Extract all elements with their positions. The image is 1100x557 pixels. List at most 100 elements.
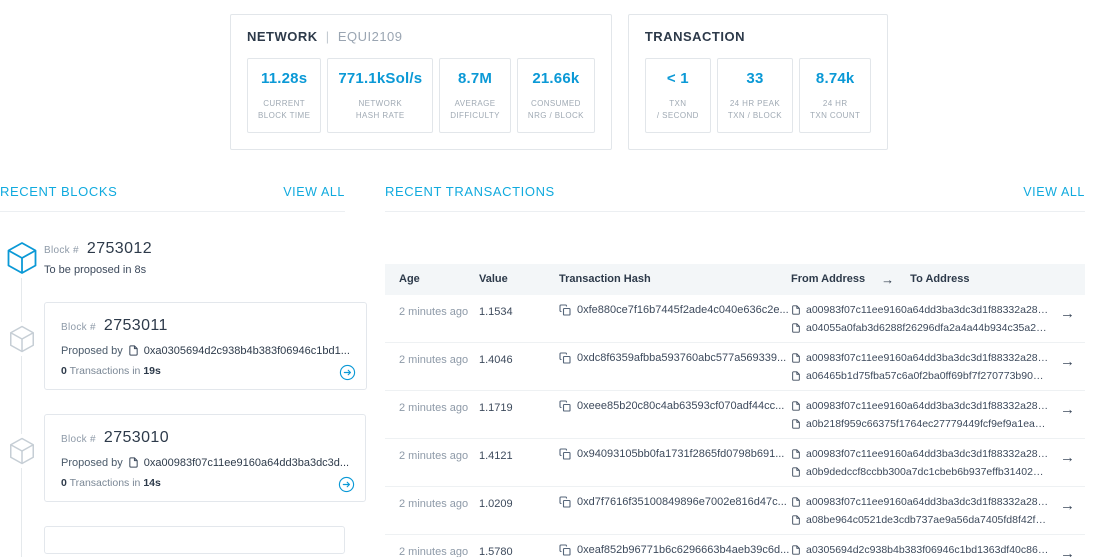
block-cube-icon <box>7 434 37 468</box>
txn-age: 2 minutes ago <box>399 544 479 557</box>
block-pending-status: To be proposed in 8s <box>44 264 152 276</box>
stat-consumed-nrg: 21.66k CONSUMED NRG / BLOCK <box>517 58 595 133</box>
transaction-row: 2 minutes ago 1.1719 0xeee85b20c80c4ab63… <box>385 391 1085 439</box>
txn-age: 2 minutes ago <box>399 400 479 414</box>
arrow-right-icon[interactable]: → <box>1060 400 1075 418</box>
document-icon <box>128 345 139 356</box>
stat-value: 8.74k <box>810 70 860 87</box>
arrow-right-icon[interactable]: → <box>1060 496 1075 514</box>
document-icon <box>791 353 801 363</box>
stat-value: 11.28s <box>258 70 310 87</box>
txn-hash[interactable]: 0xd7f7616f35100849896e7002e816d47c... <box>577 496 787 508</box>
block-number-label: Block # <box>61 322 96 333</box>
block-item: Block # 2753011 Proposed by 0xa0305694d2… <box>0 302 345 390</box>
txn-hash[interactable]: 0x94093105bb0fa1731f2865fd0798b691... <box>577 448 784 460</box>
network-name: EQUI2109 <box>338 29 403 44</box>
col-header-from-to: From Address → To Address <box>791 272 1049 287</box>
stat-label: TXN / SECOND <box>656 98 700 123</box>
stat-label: NETWORK HASH RATE <box>338 98 422 123</box>
arrow-right-icon[interactable]: → <box>1060 352 1075 370</box>
network-panel-title: NETWORK | EQUI2109 <box>247 29 595 44</box>
stat-network-hash-rate: 771.1kSol/s NETWORK HASH RATE <box>327 58 433 133</box>
block-number-label: Block # <box>61 434 96 445</box>
blocks-list: Block # 2753012 To be proposed in 8s <box>0 238 345 554</box>
block-item: Block # 2753010 Proposed by 0xa00983f07c… <box>0 414 345 502</box>
stat-label: CONSUMED NRG / BLOCK <box>528 98 584 123</box>
stat-current-block-time: 11.28s CURRENT BLOCK TIME <box>247 58 321 133</box>
block-number-label: Block # <box>44 245 79 256</box>
transactions-table: Age Value Transaction Hash From Address … <box>385 264 1085 557</box>
transaction-row: 2 minutes ago 1.0209 0xd7f7616f351008498… <box>385 487 1085 535</box>
copy-icon[interactable] <box>559 400 571 412</box>
stat-txn-per-second: < 1 TXN / SECOND <box>645 58 711 133</box>
transactions-view-all-link[interactable]: VIEW ALL <box>1023 185 1085 199</box>
arrow-right-icon[interactable]: → <box>1060 448 1075 466</box>
copy-icon[interactable] <box>559 544 571 556</box>
circle-arrow-icon[interactable] <box>338 476 355 493</box>
stat-value: < 1 <box>656 70 700 87</box>
proposer-address[interactable]: 0xa0305694d2c938b4b383f06946c1bd1... <box>144 345 350 357</box>
recent-blocks-section: RECENT BLOCKS VIEW ALL Block # 27530 <box>0 184 345 557</box>
stat-peak-txn-block: 33 24 HR PEAK TXN / BLOCK <box>717 58 793 133</box>
txn-age: 2 minutes ago <box>399 352 479 366</box>
txn-hash[interactable]: 0xeaf852b96771b6c6296663b4aeb39c6d... <box>577 544 789 556</box>
transaction-panel-title: TRANSACTION <box>645 29 871 44</box>
document-icon <box>791 419 801 429</box>
copy-icon[interactable] <box>559 496 571 508</box>
txn-hash[interactable]: 0xeee85b20c80c4ab63593cf070adf44cc... <box>577 400 784 412</box>
network-panel: NETWORK | EQUI2109 11.28s CURRENT BLOCK … <box>230 14 612 150</box>
transaction-row: 2 minutes ago 1.1534 0xfe880ce7f16b7445f… <box>385 295 1085 343</box>
transaction-title-text: TRANSACTION <box>645 29 745 44</box>
arrow-right-icon: → <box>881 272 894 287</box>
proposed-by-label: Proposed by <box>61 345 123 357</box>
txn-to-address[interactable]: a08be964c0521de3cdb737ae9a56da7405fd8f42… <box>806 514 1049 526</box>
txn-to-address[interactable]: a0b218f959c66375f1764ec27779449fcf9ef9a1… <box>806 418 1049 430</box>
transactions-body: 2 minutes ago 1.1534 0xfe880ce7f16b7445f… <box>385 295 1085 557</box>
txn-from-address[interactable]: a00983f07c11ee9160a64dd3ba3dc3d1f88332a2… <box>806 400 1049 412</box>
block-item-pending[interactable]: Block # 2753012 To be proposed in 8s <box>0 238 345 278</box>
txn-from-address[interactable]: a00983f07c11ee9160a64dd3ba3dc3d1f88332a2… <box>806 352 1049 364</box>
stat-label: CURRENT BLOCK TIME <box>258 98 310 123</box>
proposer-address[interactable]: 0xa00983f07c11ee9160a64dd3ba3dc3d... <box>144 457 349 469</box>
recent-transactions-header: RECENT TRANSACTIONS VIEW ALL <box>385 184 1085 212</box>
block-number[interactable]: 2753011 <box>104 317 168 335</box>
txn-from-address[interactable]: a0305694d2c938b4b383f06946c1bd1363df40c8… <box>806 544 1049 556</box>
txn-from-address[interactable]: a00983f07c11ee9160a64dd3ba3dc3d1f88332a2… <box>806 304 1049 316</box>
txn-to-address[interactable]: a0b9dedccf8ccbb300a7dc1cbeb6b937effb3140… <box>806 466 1049 478</box>
recent-blocks-header: RECENT BLOCKS VIEW ALL <box>0 184 345 212</box>
blocks-view-all-link[interactable]: VIEW ALL <box>283 185 345 199</box>
stat-value: 21.66k <box>528 70 584 87</box>
block-cube-icon <box>4 238 40 278</box>
document-icon <box>791 305 801 315</box>
block-number[interactable]: 2753010 <box>104 429 169 447</box>
txn-to-address[interactable]: a06465b1d75fba57c6a0f2ba0ff69bf7f270773b… <box>806 370 1049 382</box>
copy-icon[interactable] <box>559 352 571 364</box>
block-number[interactable]: 2753012 <box>87 240 152 258</box>
block-card[interactable]: Block # 2753010 Proposed by 0xa00983f07c… <box>44 414 366 502</box>
copy-icon[interactable] <box>559 304 571 316</box>
col-header-value: Value <box>479 273 559 285</box>
txn-value: 1.4046 <box>479 352 559 366</box>
txn-from-address[interactable]: a00983f07c11ee9160a64dd3ba3dc3d1f88332a2… <box>806 496 1049 508</box>
document-icon <box>791 497 801 507</box>
recent-blocks-title: RECENT BLOCKS <box>0 184 117 199</box>
txn-value: 1.1719 <box>479 400 559 414</box>
txn-to-address[interactable]: a04055a0fab3d6288f26296dfa2a4a44b934c35a… <box>806 322 1049 334</box>
circle-arrow-icon[interactable] <box>339 364 356 381</box>
stat-value: 771.1kSol/s <box>338 70 422 87</box>
arrow-right-icon[interactable]: → <box>1060 544 1075 557</box>
copy-icon[interactable] <box>559 448 571 460</box>
document-icon <box>128 457 139 468</box>
txn-age: 2 minutes ago <box>399 448 479 462</box>
network-stats-row: 11.28s CURRENT BLOCK TIME 771.1kSol/s NE… <box>247 58 595 133</box>
txn-hash[interactable]: 0xdc8f6359afbba593760abc577a569339... <box>577 352 786 364</box>
block-card[interactable]: Block # 2753011 Proposed by 0xa0305694d2… <box>44 302 367 390</box>
stat-label: AVERAGE DIFFICULTY <box>450 98 500 123</box>
arrow-right-icon[interactable]: → <box>1060 304 1075 322</box>
txn-from-address[interactable]: a00983f07c11ee9160a64dd3ba3dc3d1f88332a2… <box>806 448 1049 460</box>
stat-txn-count: 8.74k 24 HR TXN COUNT <box>799 58 871 133</box>
transactions-table-header: Age Value Transaction Hash From Address … <box>385 264 1085 295</box>
txn-hash[interactable]: 0xfe880ce7f16b7445f2ade4c040e636c2e... <box>577 304 789 316</box>
block-txn-info: 0 Transactions in 14s <box>61 477 349 489</box>
txn-value: 1.1534 <box>479 304 559 318</box>
